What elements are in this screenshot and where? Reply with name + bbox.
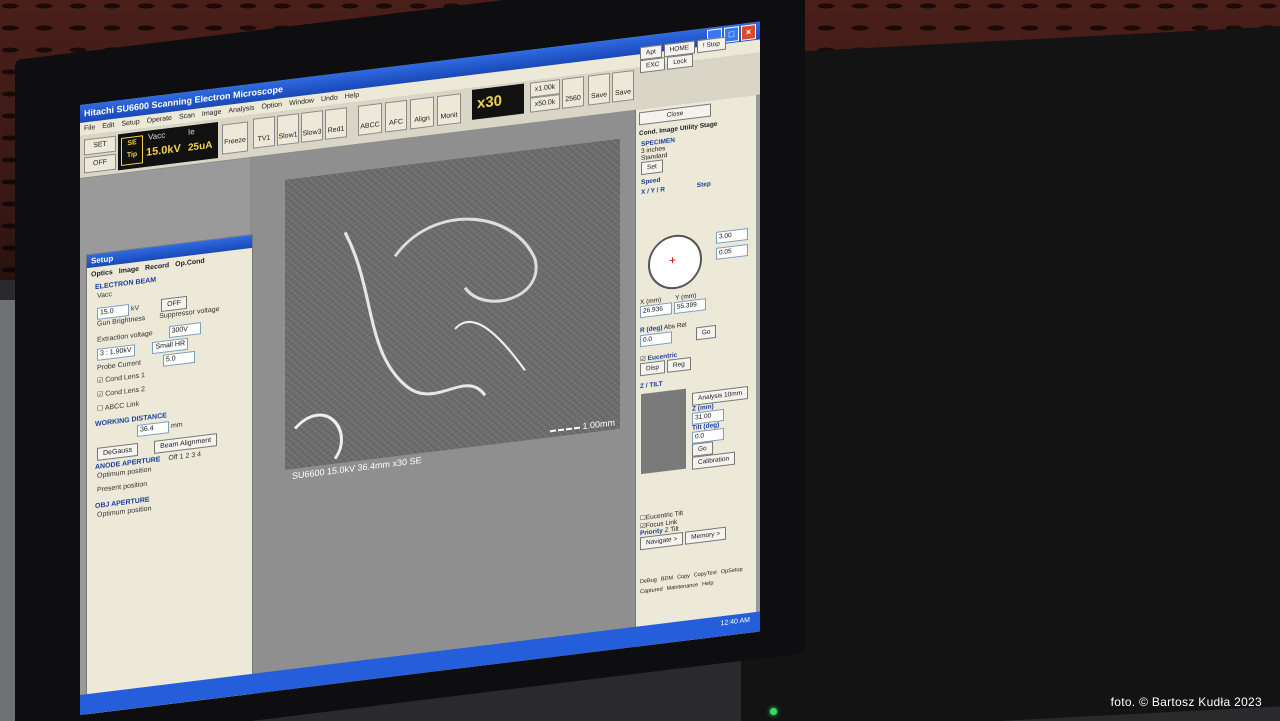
step-field-1[interactable]: 3.00 [716, 227, 748, 244]
xy-readout: X (mm) Y (mm) 26.936 55.399 [640, 285, 752, 319]
debug-icon[interactable]: DeBug [640, 577, 657, 585]
align-button[interactable]: Align [410, 96, 434, 130]
rotation-row: R (deg) Abs Rel 0.0 Go [640, 313, 752, 348]
vacc-value: 15.0kV [146, 142, 181, 159]
tilt-options: ☐Eucentric Tilt ☑Focus Link Priority Z T… [640, 500, 752, 551]
anode-num-1: 1 [179, 453, 184, 461]
stage-panel: Apt HOME ! Stop EXC Lock Close Cond. Ima… [635, 36, 756, 647]
anode-off-label: Off [168, 454, 178, 463]
stage-crosshair-icon: + [669, 252, 677, 268]
set-button[interactable]: SET [84, 135, 116, 156]
resolution-button[interactable]: 2560 [562, 76, 584, 109]
probe-current-label: Probe Current [97, 359, 141, 372]
rel-radio[interactable]: Rel [677, 322, 687, 330]
tab-image2[interactable]: Image [659, 126, 678, 135]
bdm-icon[interactable]: BDM [661, 575, 673, 583]
captured-icon[interactable]: Captured [640, 586, 663, 595]
cond2-checkbox[interactable]: ☑ [97, 391, 103, 399]
tab-record[interactable]: Record [145, 262, 169, 272]
photo-credit: foto. © Bartosz Kudła 2023 [1110, 695, 1262, 709]
save-button-1[interactable]: Save [588, 72, 610, 106]
ie-value: 25uA [188, 139, 213, 154]
help-icon[interactable]: Help [702, 580, 713, 587]
analysis-button[interactable]: Analysis 10mm [692, 385, 749, 406]
photo-scene: Hitachi SU6600 Scanning Electron Microsc… [0, 0, 1280, 721]
tab-image[interactable]: Image [119, 266, 139, 275]
specimen-set-button[interactable]: Set [641, 159, 663, 176]
eucentric-row: ☑ Eucentric Disp Reg [640, 341, 752, 377]
taskbar-clock: 12:40 AM [720, 616, 750, 628]
beam-status-display: SE Tip Vacc Ie 15.0kV 25uA [118, 122, 218, 171]
r-go-button[interactable]: Go [695, 324, 717, 341]
monit-button[interactable]: Monit [437, 93, 461, 127]
reg-button[interactable]: Reg [666, 357, 691, 373]
copy-icon[interactable]: Copy [677, 573, 690, 581]
slow3-button[interactable]: Slow3 [301, 110, 323, 143]
anode-num-3: 3 [191, 451, 196, 460]
setup-panel: Setup Optics Image Record Op.Cond ELECTR… [86, 233, 253, 716]
wd-unit: mm [170, 421, 183, 430]
opsetup-icon[interactable]: OpSetup [721, 567, 743, 576]
abs-radio[interactable]: Abs [664, 323, 675, 331]
off-button[interactable]: OFF [84, 153, 116, 174]
tab-opcond[interactable]: Op.Cond [175, 258, 205, 269]
red1-button[interactable]: Red1 [325, 107, 347, 140]
cond1-checkbox[interactable]: ☑ [97, 377, 103, 385]
x-field[interactable]: 26.936 [640, 302, 672, 319]
tab-utility[interactable]: Utility [680, 123, 698, 132]
slow1-button[interactable]: Slow1 [277, 113, 299, 146]
kv-unit: kV [130, 304, 140, 313]
abcc-link-checkbox[interactable]: ☐ [97, 405, 103, 413]
tab-optics[interactable]: Optics [91, 269, 113, 279]
magnification-display: x30 [472, 83, 524, 120]
mag-low-button[interactable]: x50.0k [530, 94, 560, 113]
disp-button[interactable]: Disp [640, 360, 666, 377]
working-distance-field[interactable]: 36.4 [137, 421, 169, 438]
tab-cond[interactable]: Cond. [639, 128, 657, 137]
afc-button[interactable]: AFC [385, 99, 407, 133]
save-button-2[interactable]: Save [612, 69, 634, 103]
scale-bar-line [550, 426, 580, 432]
maintenance-icon[interactable]: Maintenance [667, 582, 699, 592]
vacc-label: Vacc [97, 291, 113, 300]
ztilt-label: Z / TILT [640, 380, 663, 391]
se-tip-indicator: SE Tip [121, 135, 143, 166]
stop-button[interactable]: ! Stop [696, 36, 726, 54]
copytext-icon[interactable]: CopyText [694, 570, 717, 579]
anode-num-2: 2 [185, 452, 190, 461]
anode-num-4: 4 [197, 451, 202, 459]
speed-label: Speed [641, 176, 661, 187]
second-monitor [735, 25, 1280, 721]
tilt-diagram [641, 388, 686, 475]
tab-stage[interactable]: Stage [700, 121, 718, 130]
vacc-label: Vacc [148, 130, 166, 142]
power-led-icon [770, 708, 777, 715]
abcc-button[interactable]: ABCC [358, 102, 382, 136]
step-label: Step [696, 180, 711, 190]
ie-label: Ie [188, 126, 195, 137]
y-field[interactable]: 55.399 [673, 298, 706, 315]
step-field-2[interactable]: 0.05 [716, 243, 748, 260]
z-controls: Analysis 10mm Z (mm) 31.00 Tilt (deg) 0.… [692, 385, 752, 470]
monitor-screen: Hitachi SU6600 Scanning Electron Microsc… [80, 21, 760, 716]
xyr-label: X / Y / R [641, 186, 665, 197]
tv1-button[interactable]: TV1 [253, 116, 275, 149]
step-fields: 3.00 0.05 [716, 227, 756, 260]
abcc-link-label: ABCC Link [104, 400, 140, 412]
specimen-relief-art [293, 217, 538, 460]
freeze-button[interactable]: Freeze [222, 121, 248, 155]
utility-icon-grid: DeBug BDM Copy CopyText OpSetup Captured… [640, 565, 752, 596]
r-field[interactable]: 0.0 [640, 331, 672, 348]
sem-live-image[interactable] [285, 138, 620, 470]
